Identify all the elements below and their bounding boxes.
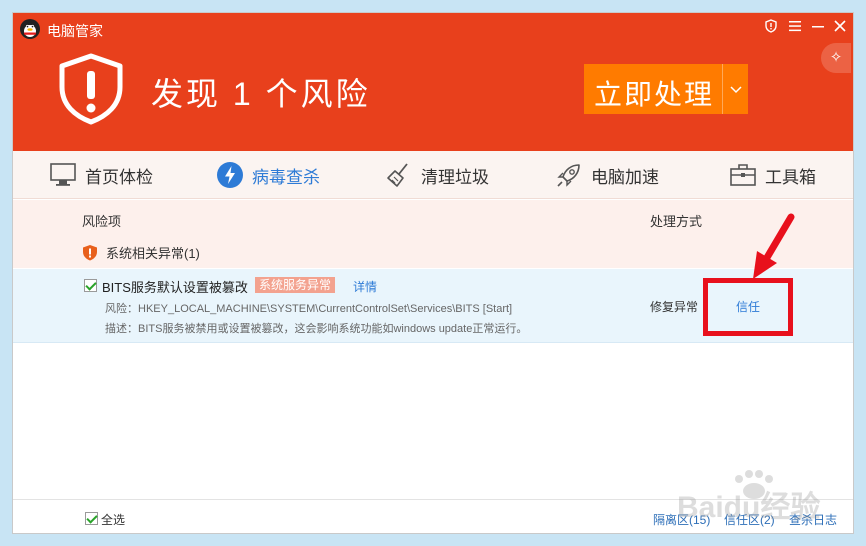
tab-label: 清理垃圾 (421, 167, 489, 187)
red-arrow-icon (753, 213, 795, 279)
group-system-anomaly[interactable]: 系统相关异常(1) (106, 243, 200, 262)
minimize-icon[interactable] (809, 19, 827, 37)
app-title: 电脑管家 (47, 23, 103, 39)
baidu-watermark: Baidu经验 (677, 470, 820, 524)
lightning-icon (217, 162, 243, 188)
main-nav: 首页体检 病毒查杀 清理垃圾 电脑加速 工具箱 (13, 151, 853, 199)
tab-cleanup[interactable]: 清理垃圾 (385, 151, 489, 199)
toolbox-icon (730, 164, 756, 186)
item-category-tag: 系统服务异常 (255, 277, 336, 293)
tab-toolbox[interactable]: 工具箱 (729, 151, 816, 199)
app-window: 电脑管家 ✧ 发现 1 个风险 立即处理 首页体检 病毒查杀 清理垃圾 电脑加速… (12, 12, 854, 534)
menu-icon[interactable] (786, 19, 804, 37)
sparkle-icon[interactable]: ✧ (821, 43, 851, 73)
trust-link[interactable]: 信任 (708, 283, 788, 331)
rocket-icon (557, 164, 580, 187)
scan-result-headline: 发现 1 个风险 (151, 76, 371, 112)
item-detail-link[interactable]: 详情 (353, 278, 377, 295)
tab-label: 病毒查杀 (252, 167, 320, 187)
title-bar: 电脑管家 (13, 13, 853, 45)
results-header: 风险项 处理方式 系统相关异常(1) (13, 200, 853, 268)
item-risk-path: 风险：HKEY_LOCAL_MACHINE\SYSTEM\CurrentCont… (105, 303, 513, 315)
tab-label: 首页体检 (85, 167, 153, 187)
tab-virus-scan[interactable]: 病毒查杀 (216, 151, 320, 199)
header: 电脑管家 ✧ 发现 1 个风险 立即处理 (13, 13, 853, 151)
broom-icon (387, 163, 408, 187)
item-description: 描述：BITS服务被禁用或设置被篡改，这会影响系统功能如windows upda… (105, 323, 528, 335)
close-icon[interactable] (831, 19, 849, 37)
penguin-logo-icon (20, 19, 40, 39)
column-risk-item: 风险项 (82, 214, 122, 229)
fix-now-button[interactable]: 立即处理 (584, 64, 748, 114)
tab-home-checkup[interactable]: 首页体检 (49, 151, 153, 199)
item-title: BITS服务默认设置被篡改 (102, 280, 248, 295)
watermark-text: Baidu经验 (677, 490, 820, 524)
column-action: 处理方式 (650, 214, 703, 229)
chevron-down-icon[interactable] (723, 64, 748, 114)
monitor-icon (50, 163, 76, 186)
shield-menu-icon[interactable] (762, 19, 780, 37)
tab-speedup[interactable]: 电脑加速 (555, 151, 659, 199)
item-action-label[interactable]: 修复异常 (650, 298, 698, 315)
warning-shield-icon (59, 53, 123, 125)
tab-label: 电脑加速 (591, 167, 659, 187)
warning-shield-small-icon (83, 245, 97, 261)
highlight-box: 信任 (703, 278, 793, 336)
select-all-label[interactable]: 全选 (101, 511, 125, 528)
select-all-checkbox[interactable] (85, 512, 98, 525)
item-checkbox[interactable] (84, 279, 97, 292)
tab-label: 工具箱 (765, 167, 816, 187)
fix-now-label: 立即处理 (594, 79, 715, 110)
